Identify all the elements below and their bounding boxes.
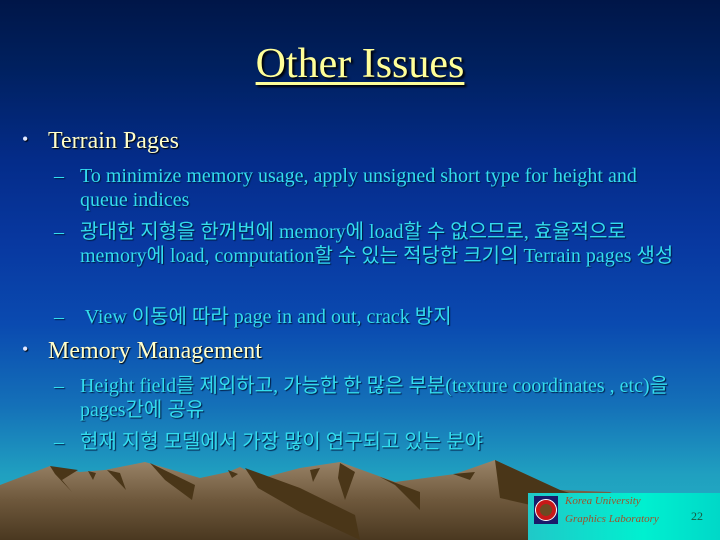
footer-university: Korea University [565,495,641,507]
bullet-heading: Memory Management [48,338,262,364]
dash-icon: – [54,431,64,453]
sub-item: – Height field를 제외하고, 가능한 한 많은 부분(textur… [54,374,674,422]
footer-lab: Graphics Laboratory [565,513,659,525]
dash-icon: – [54,221,64,243]
sub-item-text: View 이동에 따라 page in and out, crack 방지 [80,306,452,328]
sub-item: – 현재 지형 모델에서 가장 많이 연구되고 있는 분야 [54,430,674,454]
slide-title: Other Issues [255,41,465,87]
dash-icon: – [54,165,64,187]
page-number: 22 [691,509,703,523]
sub-item: – View 이동에 따라 page in and out, crack 방지 [54,305,674,329]
bullet-icon: • [22,129,29,149]
sub-item-text: To minimize memory usage, apply unsigned… [80,165,637,211]
bullet-heading: Terrain Pages [48,128,179,154]
sub-item: – 광대한 지형을 한꺼번에 memory에 load할 수 없으므로, 효율적… [54,220,674,268]
bullet-terrain-pages: • Terrain Pages [22,128,179,155]
sub-item-text: 현재 지형 모델에서 가장 많이 연구되고 있는 분야 [80,431,483,453]
university-logo-icon [534,496,558,524]
bullet-icon: • [22,339,29,359]
dash-icon: – [54,306,64,328]
bullet-memory-management: • Memory Management [22,338,262,365]
sub-item: – To minimize memory usage, apply unsign… [54,164,674,212]
dash-icon: – [54,375,64,397]
sub-item-text: Height field를 제외하고, 가능한 한 많은 부분(texture … [80,375,669,421]
sub-item-text: 광대한 지형을 한꺼번에 memory에 load할 수 없으므로, 효율적으로… [80,221,674,267]
